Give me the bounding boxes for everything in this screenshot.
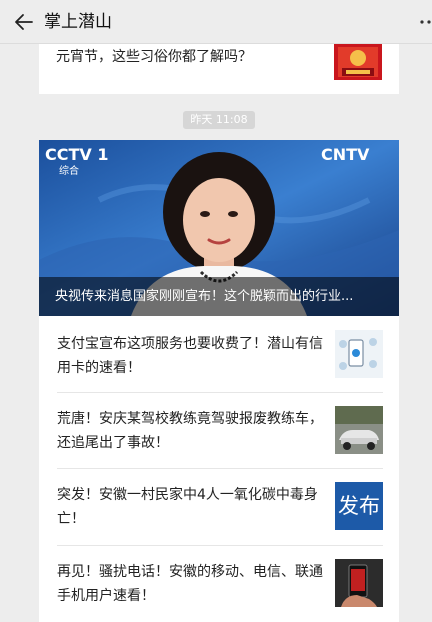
list-item[interactable]: 支付宝宣布这项服务也要收费了！潜山有信用卡的速看！ (39, 316, 399, 392)
lantern-festival-thumbnail (334, 44, 382, 80)
article-title: 突发！安徽一村民家中4人一氧化碳中毒身亡！ (57, 487, 318, 527)
article-title: 荒唐！安庆某驾校教练竟驾驶报废教练车，还追尾出了事故！ (57, 411, 323, 451)
top-bar: 掌上潜山 (0, 0, 432, 44)
hero-caption: 央视传来消息国家刚刚宣布！这个脱颖而出的行业... (39, 277, 399, 316)
car-accident-thumbnail (335, 406, 383, 454)
phone-hand-thumbnail (335, 559, 383, 607)
article-title: 元宵节，这些习俗你都了解吗？ (56, 49, 252, 65)
cctv-channel-label: 综合 (59, 164, 79, 177)
article-title: 再见！骚扰电话！安徽的移动、电信、联通手机用户速看！ (57, 564, 323, 604)
alipay-thumbnail (335, 330, 383, 378)
list-item[interactable]: 再见！骚扰电话！安徽的移动、电信、联通手机用户速看！ (39, 546, 399, 622)
cctv-logo: CCTV 1 (45, 145, 108, 164)
timestamp-badge: 昨天 11:08 (183, 111, 255, 129)
article-title: 支付宝宣布这项服务也要收费了！潜山有信用卡的速看！ (57, 336, 323, 376)
list-item[interactable]: 荒唐！安庆某驾校教练竟驾驶报废教练车，还追尾出了事故！ (39, 393, 399, 469)
page-title: 掌上潜山 (44, 12, 112, 32)
article-group-card: CCTV 1 综合 CNTV 央视传来消息国家刚刚宣布！这个脱颖而出的行业...… (39, 140, 399, 622)
announcement-thumbnail: 发布 (335, 482, 383, 530)
cntv-logo: CNTV (321, 145, 370, 164)
back-arrow-icon[interactable] (12, 10, 36, 34)
article-card-top[interactable]: 元宵节，这些习俗你都了解吗？ (39, 44, 399, 94)
more-dots-icon[interactable] (418, 14, 432, 30)
list-item[interactable]: 突发！安徽一村民家中4人一氧化碳中毒身亡！ 发布 (39, 469, 399, 545)
hero-article[interactable]: CCTV 1 综合 CNTV 央视传来消息国家刚刚宣布！这个脱颖而出的行业... (39, 140, 399, 316)
